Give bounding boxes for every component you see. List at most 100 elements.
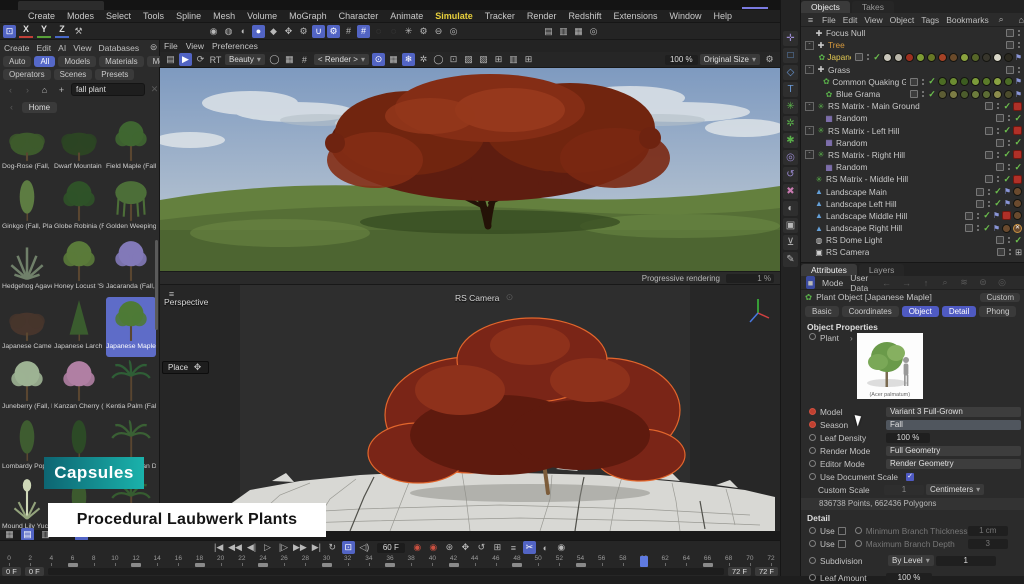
object-row[interactable]: ✳RS Matrix - Middle Hill✓: [801, 173, 1024, 185]
sim-toolbar-icon[interactable]: ⚙: [417, 25, 430, 38]
asset-item[interactable]: Japanese Maple (Fall, ...: [106, 297, 156, 357]
asset-item[interactable]: Dwarf Mountain Pine (...: [54, 117, 104, 177]
menu-item[interactable]: View: [73, 43, 91, 53]
sim-toolbar-icon[interactable]: #: [342, 25, 355, 38]
material-swatch[interactable]: [949, 90, 958, 99]
transport-icon[interactable]: ◉: [427, 541, 440, 554]
attr-header-icon[interactable]: →: [902, 276, 911, 289]
object-label[interactable]: Landscape Middle Hill: [826, 211, 907, 221]
max-branch-field[interactable]: 3: [968, 539, 1008, 549]
transport-icon[interactable]: ▶|: [310, 541, 323, 554]
panel-tab[interactable]: Attributes: [801, 264, 857, 276]
asset-menu-icon[interactable]: ⊜: [147, 41, 160, 54]
layer-checkbox[interactable]: [855, 53, 863, 61]
material-swatch[interactable]: [1013, 187, 1022, 196]
material-swatch[interactable]: [993, 53, 1002, 62]
palette-icon[interactable]: ◐: [783, 201, 798, 216]
object-label[interactable]: Landscape Left Hill: [826, 199, 897, 209]
frame-chip[interactable]: [449, 563, 459, 567]
attr-header-icon[interactable]: ◎: [998, 276, 1006, 289]
layer-checkbox[interactable]: [985, 151, 993, 159]
attr-header-icon[interactable]: ←: [882, 276, 891, 289]
frame-chip[interactable]: [512, 563, 522, 567]
object-row[interactable]: -✳RS Matrix - Main Ground✓: [801, 100, 1024, 112]
transport-icon[interactable]: ◀|: [245, 541, 258, 554]
asset-item[interactable]: Japanese Larch (Fall, Pl...: [54, 297, 104, 357]
menu-item[interactable]: Modes: [61, 11, 100, 21]
layer-checkbox[interactable]: [1006, 41, 1014, 49]
visibility-dots[interactable]: [867, 54, 869, 56]
rv-toolbar-icon[interactable]: #: [298, 53, 311, 66]
custom-button[interactable]: Custom: [980, 293, 1020, 302]
menu-item[interactable]: Character: [333, 11, 385, 21]
sim-toolbar-icon[interactable]: ∪: [312, 25, 325, 38]
size-dropdown[interactable]: Original Size▾: [700, 54, 760, 65]
object-label[interactable]: Blue Grama: [836, 89, 880, 99]
render-mode-dropdown[interactable]: Full Geometry: [886, 446, 1021, 456]
transport-icon[interactable]: ⊞: [491, 541, 504, 554]
anim-dot[interactable]: [809, 333, 816, 340]
menu-item[interactable]: MoGraph: [283, 11, 333, 21]
expand-arrow-icon[interactable]: ›: [850, 333, 853, 343]
menu-item[interactable]: Create: [22, 11, 61, 21]
material-swatch[interactable]: [894, 53, 903, 62]
palette-icon[interactable]: ✳: [783, 99, 798, 114]
rv-toolbar-icon[interactable]: ▶: [179, 53, 192, 66]
sim-toolbar-icon[interactable]: ◌: [387, 25, 400, 38]
rv-toolbar-icon[interactable]: ▥: [507, 53, 520, 66]
menu-item[interactable]: Help: [708, 11, 739, 21]
anim-dot[interactable]: [809, 447, 816, 454]
transport-icon[interactable]: ✥: [459, 541, 472, 554]
menu-item[interactable]: Databases: [98, 43, 139, 53]
anim-dot[interactable]: [809, 473, 816, 480]
palette-icon[interactable]: ↺: [783, 167, 798, 182]
rv-toolbar-icon[interactable]: ▧: [477, 53, 490, 66]
document-scale-checkbox[interactable]: ✓: [906, 473, 914, 481]
menu-item[interactable]: Tools: [137, 11, 170, 21]
object-label[interactable]: Grass: [828, 65, 850, 75]
expression-check-icon[interactable]: ✓: [994, 198, 1002, 209]
rv-toolbar-icon[interactable]: ▨: [462, 53, 475, 66]
object-row[interactable]: ✿Blue Grama✓⚑: [801, 88, 1024, 100]
object-row[interactable]: ▦Random✓: [801, 137, 1024, 149]
frame-chip[interactable]: [385, 563, 395, 567]
menu-item[interactable]: Simulate: [429, 11, 479, 21]
rv-toolbar-icon[interactable]: ◯: [268, 53, 281, 66]
anim-dot-red[interactable]: [809, 408, 816, 415]
material-swatch[interactable]: [949, 77, 958, 86]
asset-item[interactable]: Kanzan Cherry (Fall, Pl...: [54, 357, 104, 417]
rv-toolbar-icon[interactable]: ▦: [387, 53, 400, 66]
material-swatch[interactable]: [1013, 211, 1022, 220]
object-label[interactable]: Landscape Right Hill: [826, 223, 902, 233]
min-branch-field[interactable]: 1 cm: [968, 526, 1008, 536]
visibility-dots[interactable]: [988, 189, 990, 191]
layer-checkbox[interactable]: [996, 114, 1004, 122]
asset-item[interactable]: Japanese Camellia (Fal...: [2, 297, 52, 357]
object-label[interactable]: RS Matrix - Right Hill: [828, 150, 905, 160]
expression-check-icon[interactable]: ✓: [1014, 137, 1022, 148]
rv-toolbar-icon[interactable]: ✲: [417, 53, 430, 66]
menu-item[interactable]: Create: [4, 43, 30, 53]
layer-checkbox[interactable]: [1006, 66, 1014, 74]
object-row[interactable]: ◍RS Dome Light✓: [801, 234, 1024, 246]
material-swatch[interactable]: [982, 53, 991, 62]
om-menu-icon[interactable]: ⌂: [1017, 13, 1024, 26]
redshift-tag-icon[interactable]: [1002, 211, 1011, 220]
visibility-dots[interactable]: [997, 152, 999, 154]
anim-dot[interactable]: [809, 527, 816, 534]
attr-header-icon[interactable]: ⌕: [941, 276, 949, 289]
transport-icon[interactable]: ⊡: [342, 541, 355, 554]
subdivision-mode-dropdown[interactable]: By Level▾: [888, 555, 934, 566]
material-swatch[interactable]: [905, 53, 914, 62]
frame-chip[interactable]: [131, 563, 141, 567]
palette-icon[interactable]: ✲: [783, 116, 798, 131]
season-dropdown[interactable]: Fall: [886, 420, 1021, 430]
render-toolbar-icon[interactable]: ▦: [572, 25, 585, 38]
flag-tag-icon[interactable]: ⚑: [1004, 199, 1011, 208]
rv-toolbar-icon[interactable]: ⊞: [522, 53, 535, 66]
visibility-dots[interactable]: [997, 128, 999, 130]
asset-item[interactable]: Kentia Palm (Fall, Plant): [106, 357, 156, 417]
editor-mode-dropdown[interactable]: Render Geometry: [886, 459, 1021, 469]
anim-dot[interactable]: [855, 527, 862, 534]
sim-toolbar-icon[interactable]: ⚙: [297, 25, 310, 38]
